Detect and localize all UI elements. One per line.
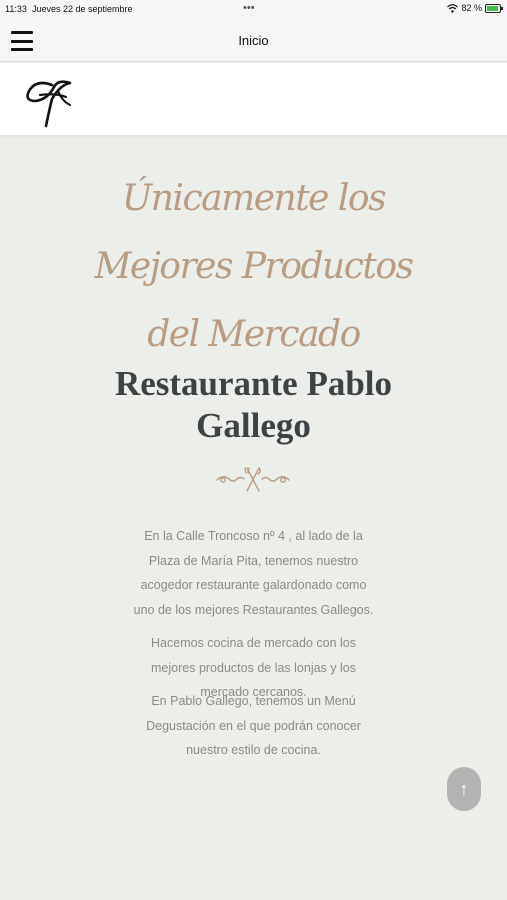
status-time: 11:33: [5, 4, 27, 14]
restaurant-title: Restaurante Pablo Gallego: [90, 363, 417, 447]
page-title: Inicio: [238, 33, 269, 48]
arrow-up-icon: ↑: [459, 778, 469, 799]
wifi-icon: [447, 3, 459, 13]
script-heading-line: del Mercado: [147, 314, 361, 355]
restaurant-logo-signature[interactable]: [22, 71, 76, 129]
battery-percent: 82 %: [461, 3, 482, 13]
tasting-menu-paragraph: En Pablo Gallego, tenemos un Menú Degust…: [146, 694, 361, 757]
status-bar: 11:33 Jueves 22 de septiembre ••• 82 %: [0, 0, 507, 20]
status-right: 82 %: [447, 3, 503, 13]
intro-paragraph: En la Calle Troncoso nº 4 , al lado de l…: [133, 529, 374, 617]
script-heading: Únicamente los Mejores Productos del Mer…: [80, 165, 427, 369]
scroll-to-top-button[interactable]: ↑: [447, 767, 481, 811]
restaurant-title-line: Gallego: [196, 406, 311, 445]
script-heading-line: Únicamente los: [121, 178, 387, 219]
multitasking-dots[interactable]: •••: [243, 2, 255, 14]
restaurant-title-line: Restaurante Pablo: [114, 364, 393, 403]
battery-icon: [485, 3, 503, 13]
main-content: Únicamente los Mejores Productos del Mer…: [0, 135, 507, 900]
script-heading-line: Mejores Productos: [94, 246, 414, 287]
logo-header: [0, 63, 507, 135]
navbar: Inicio: [0, 20, 507, 62]
fork-knife-ornament-icon: [216, 467, 290, 492]
status-date: Jueves 22 de septiembre: [32, 4, 133, 14]
